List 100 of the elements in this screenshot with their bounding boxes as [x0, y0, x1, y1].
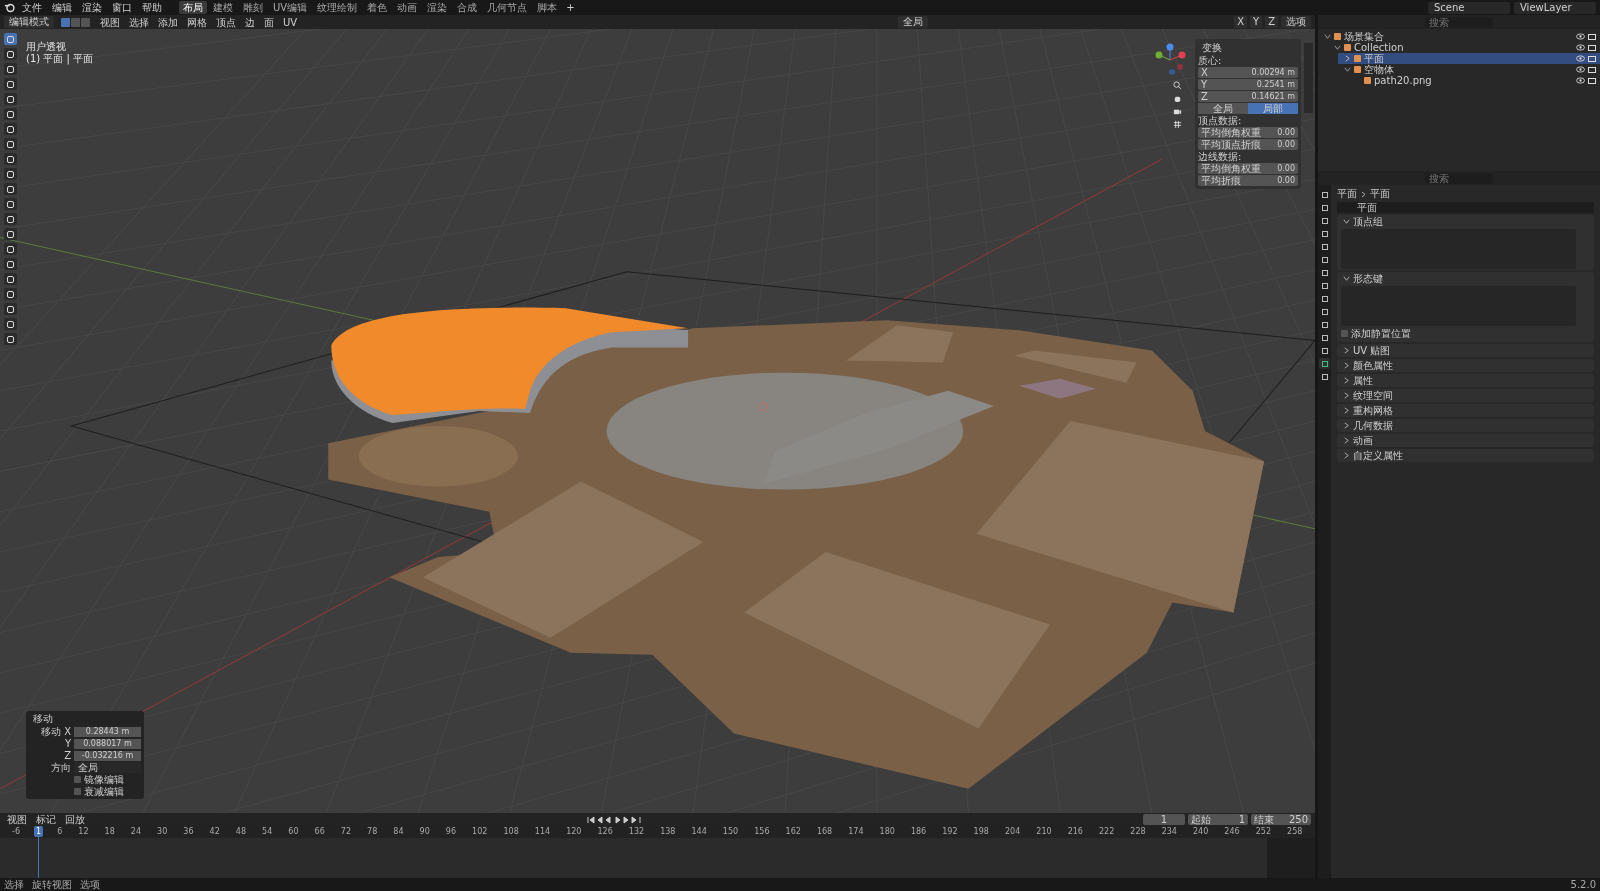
menu-item[interactable]: 窗口	[109, 1, 135, 14]
tool-icon[interactable]	[4, 123, 17, 135]
tool-icon[interactable]	[4, 168, 17, 180]
tool-icon[interactable]	[4, 78, 17, 90]
orientation-dropdown[interactable]: 全局	[74, 762, 141, 773]
number-field[interactable]: 0.088017 m	[74, 738, 141, 749]
panel-header[interactable]: 属性	[1341, 375, 1590, 386]
current-frame-marker[interactable]: 1	[34, 826, 44, 837]
number-field[interactable]: -0.032216 m	[74, 750, 141, 761]
eye-icon[interactable]	[1576, 44, 1585, 51]
panel-header[interactable]: 自定义属性	[1341, 450, 1590, 461]
options-dropdown[interactable]: 选项	[1281, 16, 1311, 28]
workspace-tab[interactable]: 脚本	[533, 1, 562, 14]
panel-header[interactable]: 顶点组	[1341, 216, 1590, 227]
mirror-axis-button[interactable]: Z	[1265, 16, 1278, 28]
mesh-name-field[interactable]: 平面	[1337, 202, 1594, 213]
properties-tab[interactable]	[1319, 345, 1330, 356]
workspace-tab[interactable]: 渲染	[423, 1, 452, 14]
outliner-row[interactable]: 场景集合	[1318, 31, 1600, 42]
current-frame-field[interactable]: 1	[1143, 814, 1185, 825]
panel-header[interactable]: 重构网格	[1341, 405, 1590, 416]
menu-item[interactable]: UV	[280, 15, 301, 29]
panel-header[interactable]: 纹理空间	[1341, 390, 1590, 401]
tool-icon[interactable]	[4, 228, 17, 240]
collapse-icon[interactable]	[1324, 33, 1331, 40]
properties-tab[interactable]	[1319, 189, 1330, 200]
tool-icon[interactable]	[4, 153, 17, 165]
tool-icon[interactable]	[4, 213, 17, 225]
toggle-button[interactable]: 全局	[1198, 103, 1248, 114]
properties-tab[interactable]	[1319, 358, 1330, 369]
panel-header[interactable]: 动画	[1341, 435, 1590, 446]
properties-tab[interactable]	[1319, 371, 1330, 382]
tool-icon[interactable]	[4, 198, 17, 210]
tool-icon[interactable]	[4, 183, 17, 195]
playhead-line[interactable]	[38, 837, 40, 878]
number-field[interactable]: 0.28443 m	[74, 726, 141, 737]
tool-icon[interactable]	[4, 108, 17, 120]
workspace-tab[interactable]: 动画	[393, 1, 422, 14]
number-field[interactable]: Z 0.14621 m	[1198, 91, 1298, 102]
eye-icon[interactable]	[1576, 33, 1585, 40]
properties-tab[interactable]	[1319, 267, 1330, 278]
workspace-tab[interactable]: 几何节点	[483, 1, 532, 14]
menu-item[interactable]: 回放	[62, 813, 88, 826]
tool-icon[interactable]	[4, 63, 17, 75]
collapse-icon[interactable]	[1344, 66, 1351, 73]
number-field[interactable]: Y 0.2541 m	[1198, 79, 1298, 90]
menu-item[interactable]: 边	[242, 15, 258, 29]
workspace-tab[interactable]: 布局	[179, 1, 207, 14]
panel-header[interactable]: 颜色属性	[1341, 360, 1590, 371]
tool-icon[interactable]	[4, 258, 17, 270]
panel-title[interactable]: 变换	[1198, 42, 1298, 54]
menu-item[interactable]: 视图	[97, 15, 123, 29]
tool-icon[interactable]	[4, 288, 17, 300]
grid-icon[interactable]	[1173, 120, 1182, 129]
properties-tab[interactable]	[1319, 254, 1330, 265]
workspace-tab[interactable]: UV编辑	[269, 1, 312, 14]
tool-icon[interactable]	[4, 33, 17, 45]
tool-icon[interactable]	[4, 138, 17, 150]
tool-icon[interactable]	[4, 48, 17, 60]
eye-icon[interactable]	[1576, 66, 1585, 73]
collapse-icon[interactable]	[1334, 44, 1341, 51]
select-mode-button[interactable]	[61, 17, 70, 27]
properties-tab[interactable]	[1319, 332, 1330, 343]
search-field[interactable]: 搜索	[1425, 172, 1493, 184]
number-field[interactable]: 平均顶点折痕 0.00	[1198, 139, 1298, 150]
number-field[interactable]: 平均倒角权重 0.00	[1198, 127, 1298, 138]
menu-item[interactable]: 文件	[19, 1, 45, 14]
start-frame-field[interactable]: 起始 1	[1188, 814, 1248, 825]
menu-item[interactable]: 渲染	[79, 1, 105, 14]
workspace-tab[interactable]: 纹理绘制	[313, 1, 362, 14]
navigation-gizmo[interactable]	[1153, 43, 1187, 77]
properties-tab[interactable]	[1319, 215, 1330, 226]
outliner-row[interactable]: Collection	[1328, 42, 1600, 53]
app-logo-icon[interactable]	[4, 2, 15, 13]
add-tab-button[interactable]: +	[563, 1, 578, 14]
number-field[interactable]: X 0.00294 m	[1198, 67, 1298, 78]
tool-icon[interactable]	[4, 303, 17, 315]
menu-item[interactable]: 视图	[4, 813, 30, 826]
panel-header[interactable]: 几何数据	[1341, 420, 1590, 431]
mirror-axis-button[interactable]: Y	[1250, 16, 1263, 28]
outliner-row[interactable]: path20.png	[1348, 75, 1600, 86]
number-field[interactable]: 平均倒角权重 0.00	[1198, 163, 1298, 174]
menu-item[interactable]: 面	[261, 15, 277, 29]
outliner-row[interactable]: 空物体	[1338, 64, 1600, 75]
menu-item[interactable]: 网格	[184, 15, 210, 29]
properties-tab[interactable]	[1319, 241, 1330, 252]
workspace-tab[interactable]: 合成	[453, 1, 482, 14]
tool-icon[interactable]	[4, 273, 17, 285]
tool-icon[interactable]	[4, 93, 17, 105]
search-field[interactable]: 搜索	[1425, 16, 1493, 28]
number-field[interactable]: 平均折痕 0.00	[1198, 175, 1298, 186]
eye-icon[interactable]	[1576, 77, 1585, 84]
menu-item[interactable]: 编辑	[49, 1, 75, 14]
scene-field[interactable]: Scene	[1428, 1, 1510, 14]
workspace-tab[interactable]: 雕刻	[239, 1, 267, 14]
camera-icon[interactable]	[1173, 107, 1182, 116]
tool-icon[interactable]	[4, 333, 17, 345]
properties-tab[interactable]	[1319, 293, 1330, 304]
panel-header[interactable]: 形态键	[1341, 273, 1590, 284]
menu-item[interactable]: 选择	[126, 15, 152, 29]
